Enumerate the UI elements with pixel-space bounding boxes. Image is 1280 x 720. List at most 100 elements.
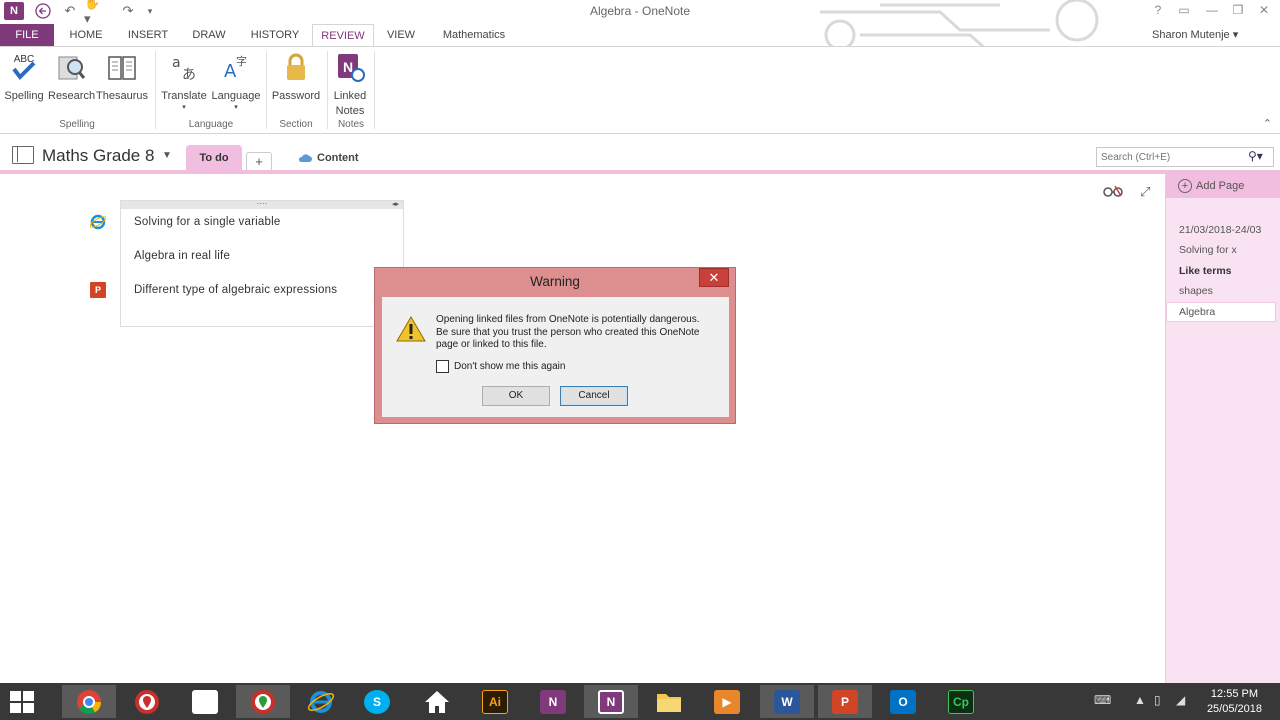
page-item-5-selected[interactable]: Algebra bbox=[1166, 302, 1276, 322]
note-container[interactable]: ···· ◂▸ Solving for a single variable Al… bbox=[120, 200, 404, 327]
taskbar-onenote-clipper[interactable]: N bbox=[526, 685, 580, 718]
linked-notes-button[interactable]: N Linked Notes bbox=[330, 51, 370, 119]
notebook-name[interactable]: Maths Grade 8 bbox=[42, 146, 154, 166]
language-icon: A字 bbox=[220, 51, 252, 83]
dialog-close-button[interactable]: ✕ bbox=[699, 268, 729, 287]
note-resize-handle[interactable]: ◂▸ bbox=[392, 200, 399, 208]
thesaurus-label: Thesaurus bbox=[96, 90, 148, 102]
tab-history[interactable]: HISTORY bbox=[246, 24, 304, 46]
taskbar-internet-explorer[interactable] bbox=[294, 685, 348, 718]
ribbon-tabs: FILE HOME INSERT DRAW HISTORY REVIEW VIE… bbox=[0, 24, 1280, 68]
tab-mathematics[interactable]: Mathematics bbox=[432, 24, 516, 46]
content-link[interactable]: Content bbox=[298, 152, 359, 164]
window-title: Algebra - OneNote bbox=[589, 4, 691, 18]
help-icon[interactable]: ? bbox=[1148, 3, 1168, 17]
notebook-dropdown-icon[interactable]: ▼ bbox=[162, 150, 172, 161]
tab-draw[interactable]: DRAW bbox=[184, 24, 234, 46]
page-item-4[interactable]: shapes bbox=[1179, 285, 1213, 297]
taskbar-home[interactable] bbox=[410, 685, 464, 718]
folder-icon bbox=[657, 693, 681, 712]
customize-toolbar-icon[interactable]: ▾ bbox=[144, 2, 156, 20]
taskbar-apps[interactable] bbox=[178, 685, 232, 718]
add-page-label: Add Page bbox=[1196, 180, 1245, 192]
taskbar-word[interactable]: W bbox=[760, 685, 814, 718]
cancel-button[interactable]: Cancel bbox=[560, 386, 628, 406]
taskbar-chrome[interactable] bbox=[62, 685, 116, 718]
taskbar-skype[interactable]: S bbox=[350, 685, 404, 718]
add-section-button[interactable]: + bbox=[246, 152, 272, 172]
taskbar-onenote[interactable]: N bbox=[584, 685, 638, 718]
page-item-3[interactable]: Like terms bbox=[1179, 265, 1232, 277]
linked-notes-label-2: Notes bbox=[335, 105, 365, 117]
network-icon[interactable]: ◢ bbox=[1176, 693, 1185, 707]
note-line-2[interactable]: Algebra in real life bbox=[134, 250, 230, 262]
group-label-language: Language bbox=[188, 119, 234, 130]
page-item-2[interactable]: Solving for x bbox=[1179, 244, 1237, 256]
start-button[interactable] bbox=[0, 685, 44, 718]
taskbar-captivate[interactable]: Cp bbox=[934, 685, 988, 718]
translate-button[interactable]: aあ Translate ▾ bbox=[160, 51, 208, 112]
tray-clock[interactable]: 12:55 PM 25/05/2018 bbox=[1207, 687, 1262, 717]
note-line-1[interactable]: Solving for a single variable bbox=[134, 216, 280, 228]
dont-show-again-checkbox[interactable] bbox=[436, 360, 449, 373]
linked-notes-icon: N bbox=[334, 51, 366, 83]
show-hidden-icons-icon[interactable]: ▲ bbox=[1134, 693, 1146, 707]
thesaurus-button[interactable]: Thesaurus bbox=[96, 51, 148, 104]
internet-explorer-icon[interactable] bbox=[90, 214, 106, 230]
undo-icon[interactable]: ↶ bbox=[62, 2, 78, 20]
media-player-icon: ▶ bbox=[714, 689, 740, 714]
tab-view[interactable]: VIEW bbox=[380, 24, 422, 46]
research-icon bbox=[55, 51, 87, 83]
svg-text:字: 字 bbox=[236, 54, 247, 68]
home-icon bbox=[425, 690, 449, 713]
battery-icon[interactable]: ▯ bbox=[1154, 693, 1161, 707]
spelling-button[interactable]: ABC Spelling bbox=[4, 51, 44, 104]
page-item-1[interactable]: 21/03/2018-24/03 bbox=[1179, 224, 1261, 236]
ribbon-display-icon[interactable]: ▭ bbox=[1174, 3, 1194, 17]
taskbar-maps[interactable] bbox=[120, 685, 174, 718]
taskbar-powerpoint[interactable]: P bbox=[818, 685, 872, 718]
close-window-icon[interactable]: ✕ bbox=[1254, 3, 1274, 17]
language-button[interactable]: A字 Language ▾ bbox=[210, 51, 262, 112]
warning-dialog: Warning ✕ Opening linked files from OneN… bbox=[374, 267, 736, 424]
note-move-handle[interactable]: ···· bbox=[121, 200, 403, 209]
ribbon-separator bbox=[266, 51, 267, 129]
touch-mode-icon[interactable]: ✋▾ bbox=[84, 0, 106, 26]
ribbon-review: ABC Spelling Research Thesaurus Spelling… bbox=[0, 46, 1280, 134]
dialog-body: Opening linked files from OneNote is pot… bbox=[382, 297, 729, 417]
cloud-icon bbox=[298, 154, 312, 162]
user-name[interactable]: Sharon Mutenje ▾ bbox=[1152, 28, 1238, 41]
full-page-view-icon[interactable]: ⤢ bbox=[1140, 184, 1150, 200]
spelling-icon: ABC bbox=[8, 51, 40, 83]
powerpoint-file-icon[interactable]: P bbox=[90, 282, 106, 298]
password-button[interactable]: Password bbox=[270, 51, 322, 104]
taskbar-illustrator[interactable]: Ai bbox=[468, 685, 522, 718]
add-page-button[interactable]: + Add Page bbox=[1166, 174, 1280, 198]
keyboard-icon[interactable]: ⌨ bbox=[1094, 693, 1111, 707]
onenote-logo-icon[interactable]: N bbox=[4, 2, 24, 20]
redo-icon[interactable]: ↷ bbox=[120, 2, 136, 20]
captivate-icon: Cp bbox=[948, 689, 974, 714]
back-icon[interactable] bbox=[34, 2, 52, 20]
taskbar-media[interactable]: ▶ bbox=[700, 685, 754, 718]
research-button[interactable]: Research bbox=[48, 51, 95, 104]
search-icon[interactable]: ⚲▾ bbox=[1248, 149, 1263, 163]
tab-home[interactable]: HOME bbox=[62, 24, 110, 46]
dialog-title: Warning bbox=[530, 274, 580, 289]
onenote-icon: N bbox=[598, 689, 624, 714]
ok-button[interactable]: OK bbox=[482, 386, 550, 406]
tab-review[interactable]: REVIEW bbox=[312, 24, 374, 47]
restore-icon[interactable]: ❐ bbox=[1228, 3, 1248, 17]
taskbar-maps-2[interactable] bbox=[236, 685, 290, 718]
tab-file[interactable]: FILE bbox=[0, 24, 54, 46]
password-label: Password bbox=[271, 90, 321, 102]
note-line-3[interactable]: Different type of algebraic expressions bbox=[134, 284, 337, 296]
dont-show-again-label[interactable]: Don't show me this again bbox=[454, 361, 565, 372]
notebook-icon[interactable] bbox=[12, 146, 34, 164]
linked-notes-glasses-icon[interactable] bbox=[1102, 184, 1124, 201]
minimize-icon[interactable]: — bbox=[1202, 3, 1222, 17]
tab-insert[interactable]: INSERT bbox=[122, 24, 174, 46]
taskbar-file-explorer[interactable] bbox=[642, 685, 696, 718]
collapse-ribbon-icon[interactable]: ⌃ bbox=[1263, 117, 1272, 130]
taskbar-outlook[interactable]: O bbox=[876, 685, 930, 718]
